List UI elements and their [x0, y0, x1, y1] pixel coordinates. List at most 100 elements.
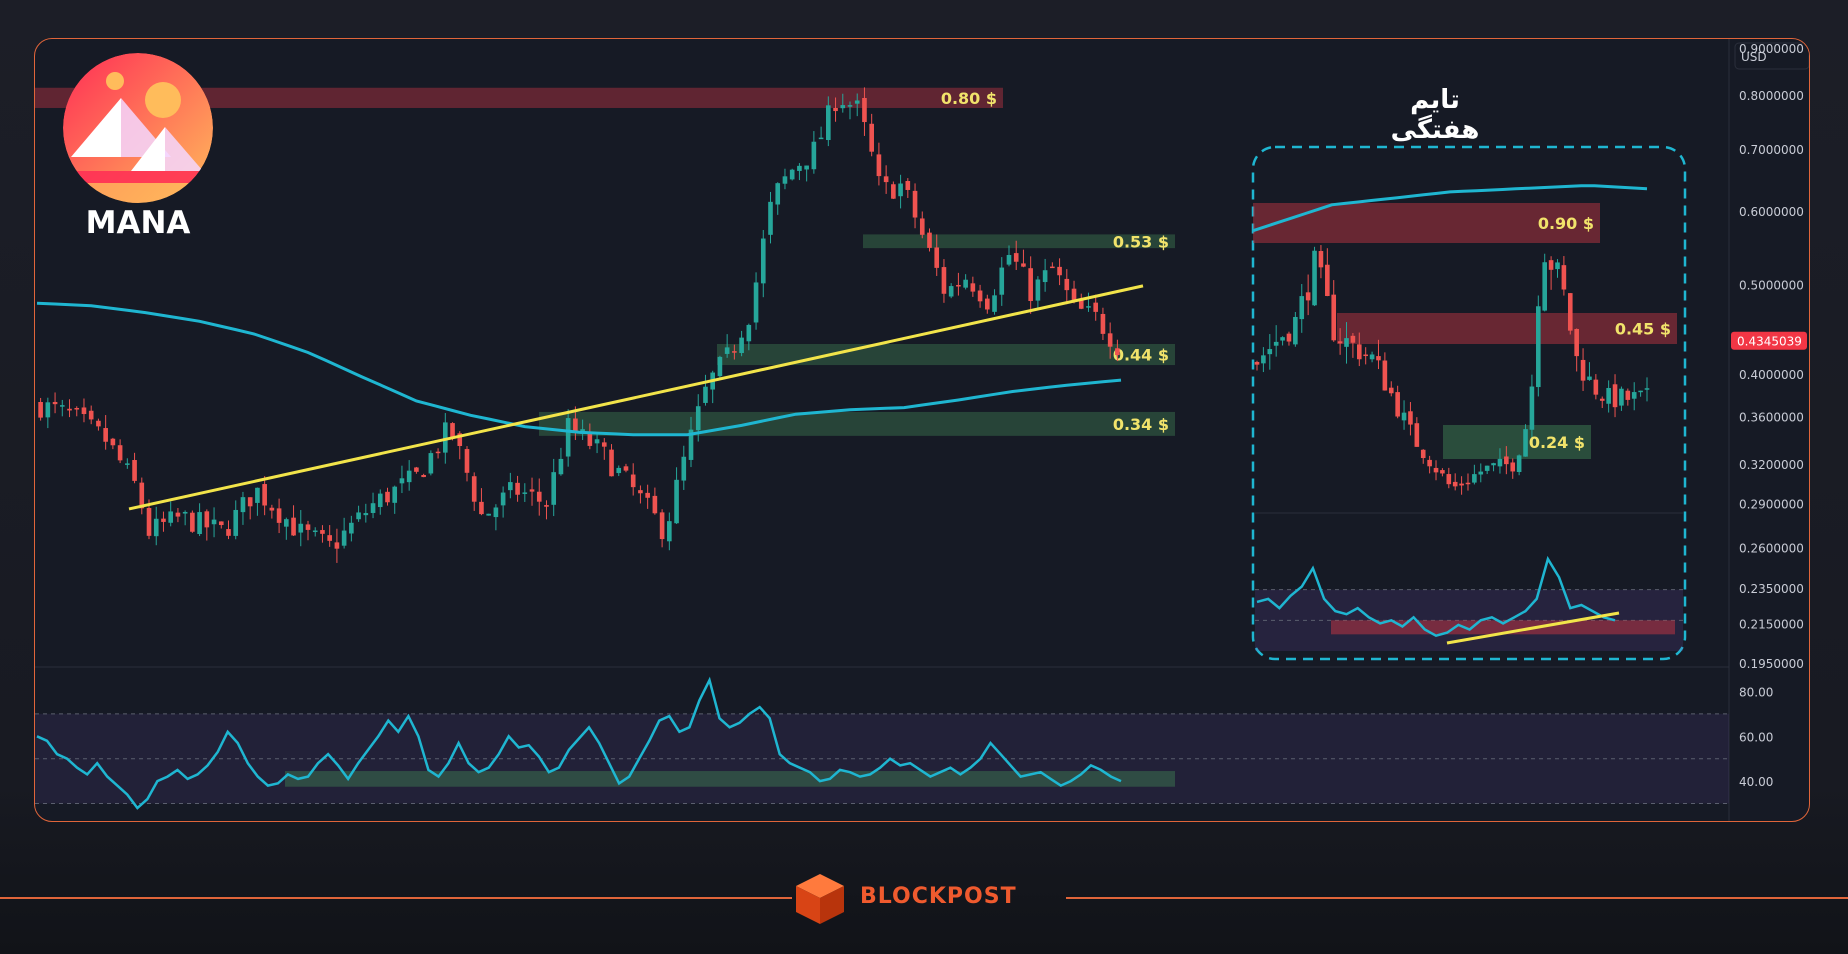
candle-body	[544, 505, 549, 507]
candle-body	[782, 176, 788, 184]
candle-body	[956, 284, 961, 287]
weekly-candle	[1612, 374, 1618, 418]
candle	[1021, 249, 1026, 268]
asset-ticker: MANA	[85, 205, 191, 241]
weekly-candle	[1580, 348, 1586, 391]
price-tick-label: 0.3600000	[1739, 410, 1804, 424]
candle	[768, 191, 773, 244]
candle-body	[233, 509, 239, 536]
candle-body	[724, 347, 730, 354]
candle	[291, 505, 296, 536]
candle-body	[558, 458, 564, 475]
price-tick-label: 0.7000000	[1739, 143, 1804, 157]
candle	[226, 520, 231, 540]
candle-body	[377, 493, 383, 508]
candle-body	[320, 530, 325, 534]
candle	[1064, 269, 1070, 305]
candle-body	[797, 165, 802, 171]
weekly-candle	[1318, 245, 1324, 279]
candle	[645, 484, 650, 509]
weekly-zone-label: 0.90 $	[1538, 214, 1594, 233]
weekly-candle	[1638, 390, 1643, 397]
weekly-candle	[1593, 374, 1599, 400]
candle-body	[450, 423, 455, 438]
candle	[544, 500, 549, 520]
candle	[284, 517, 289, 540]
candle-body	[804, 165, 809, 170]
candle-body	[695, 406, 701, 431]
weekly-candle-body	[1286, 333, 1292, 342]
weekly-candle-body	[1484, 465, 1490, 471]
candle-body	[522, 492, 528, 494]
weekly-candle-body	[1356, 344, 1362, 360]
candle	[956, 272, 961, 296]
weekly-panel-title: تایم هفتگی	[1390, 85, 1480, 145]
weekly-candle	[1369, 351, 1375, 363]
price-tick-label: 0.5000000	[1739, 278, 1804, 292]
candle-body	[125, 463, 130, 465]
candle	[977, 284, 983, 308]
candle-body	[197, 512, 202, 535]
candle	[500, 486, 506, 518]
candle	[638, 485, 643, 504]
candle-body	[414, 467, 419, 472]
candle-body	[392, 486, 398, 503]
candle	[876, 142, 882, 186]
weekly-candle-body	[1363, 354, 1368, 357]
candle	[153, 506, 159, 546]
weekly-candle	[1440, 468, 1445, 477]
weekly-candle-body	[1536, 306, 1541, 388]
zone-034	[539, 411, 1175, 436]
rsi-tick-label: 40.00	[1739, 775, 1773, 789]
rsi-band-fill	[35, 713, 1729, 804]
candle-body	[811, 141, 817, 170]
candle-body	[963, 279, 968, 288]
candle	[710, 370, 716, 404]
candle-body	[1107, 333, 1113, 347]
candle-body	[919, 218, 925, 235]
candle	[139, 477, 145, 515]
weekly-candle	[1325, 248, 1330, 297]
candle-body	[508, 482, 513, 491]
candle	[674, 467, 679, 524]
candle-body	[298, 523, 304, 533]
candle-body	[1057, 266, 1062, 276]
candle-body	[349, 522, 354, 534]
candle	[168, 501, 174, 527]
candle	[305, 520, 311, 541]
candle	[117, 439, 123, 464]
candle	[739, 330, 744, 357]
price-tick-label: 0.9000000	[1739, 42, 1804, 56]
candle-body	[601, 442, 607, 447]
candle-body	[565, 418, 571, 457]
candle-body	[146, 508, 152, 536]
weekly-candle-body	[1567, 293, 1573, 331]
weekly-candle-body	[1561, 265, 1567, 290]
weekly-candle-body	[1420, 449, 1426, 459]
weekly-candle	[1350, 333, 1356, 358]
candle	[1100, 307, 1106, 341]
candle-body	[399, 478, 405, 484]
weekly-candle-body	[1433, 467, 1439, 473]
candle-body	[826, 105, 831, 141]
weekly-candle-body	[1382, 360, 1388, 391]
blockpost-cube-icon	[796, 874, 844, 924]
price-tick-label: 0.2150000	[1739, 618, 1804, 632]
candle	[551, 458, 557, 517]
candle-body	[218, 521, 224, 526]
candle	[594, 434, 600, 454]
candle-body	[847, 105, 853, 107]
footer-divider-right	[1066, 897, 1848, 899]
candle-body	[291, 517, 296, 536]
chart-frame: USD 0.9000000 0.8000000 0.7000000 0.6000000 0…	[34, 38, 1810, 822]
candle-body	[652, 495, 658, 514]
candle-body	[818, 137, 824, 140]
candle	[247, 497, 253, 520]
candle-body	[703, 386, 708, 403]
candle-body	[941, 267, 947, 294]
candle-body	[739, 337, 744, 354]
weekly-candle	[1286, 331, 1292, 346]
weekly-candle	[1331, 280, 1337, 342]
candle	[630, 463, 636, 496]
candle-body	[1050, 266, 1055, 269]
